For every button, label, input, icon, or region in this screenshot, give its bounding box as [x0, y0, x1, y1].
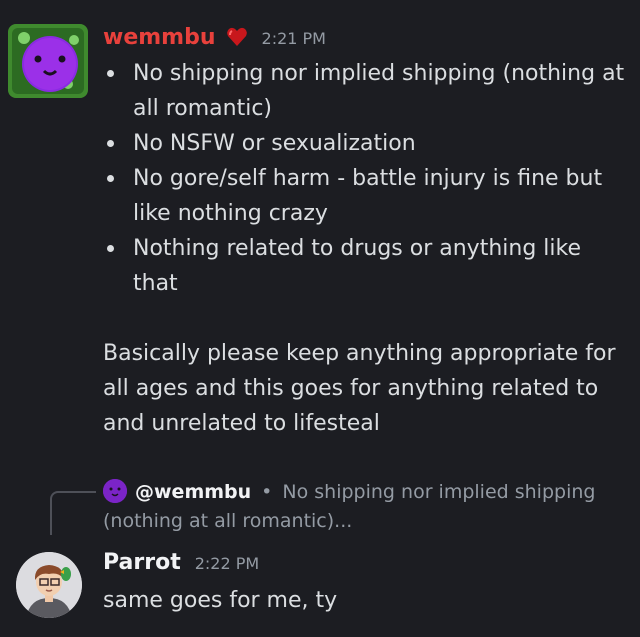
- bullet: [107, 140, 114, 147]
- reply-preview-text: No shipping nor implied shipping: [282, 481, 596, 503]
- bullet: [107, 70, 114, 77]
- list-item: Nothing related to drugs or anything lik…: [103, 231, 628, 301]
- rule-text: No NSFW or sexualization: [133, 131, 416, 156]
- reply-separator: •: [261, 481, 273, 503]
- message-header: Parrot 2:22 PM: [103, 550, 259, 575]
- slime-avatar-icon: [8, 24, 88, 98]
- reply-preview-text-cont: (nothing at all romantic)...: [103, 510, 353, 532]
- rules-list: No shipping nor implied shipping (nothin…: [103, 56, 628, 301]
- timestamp: 2:21 PM: [261, 29, 326, 48]
- message-content: same goes for me, ty: [103, 588, 338, 613]
- avatar-parrot[interactable]: [16, 552, 82, 618]
- message-header: wemmbu 2:21 PM: [103, 22, 326, 50]
- reply-preview[interactable]: @wemmbu • No shipping nor implied shipping…: [103, 478, 623, 536]
- list-item: No shipping nor implied shipping (nothin…: [103, 56, 628, 126]
- reply-connector: [50, 491, 96, 535]
- bullet: [107, 175, 114, 182]
- parrot-avatar-icon: [16, 552, 82, 618]
- list-item: No gore/self harm - battle injury is fin…: [103, 161, 628, 231]
- message-paragraph: Basically please keep anything appropria…: [103, 341, 616, 436]
- bullet: [107, 245, 114, 252]
- reply-mention[interactable]: @wemmbu: [135, 481, 251, 503]
- message-content: No shipping nor implied shipping (nothin…: [103, 56, 628, 441]
- avatar-wemmbu[interactable]: [8, 24, 88, 98]
- rule-text: No gore/self harm - battle injury is fin…: [133, 166, 603, 226]
- reply-avatar: [103, 479, 127, 503]
- list-item: No NSFW or sexualization: [103, 126, 628, 161]
- rule-text: Nothing related to drugs or anything lik…: [133, 236, 582, 296]
- username[interactable]: wemmbu: [103, 25, 216, 50]
- timestamp: 2:22 PM: [194, 554, 260, 573]
- rule-text: No shipping nor implied shipping (nothin…: [133, 61, 625, 121]
- username[interactable]: Parrot: [103, 550, 181, 575]
- heart-icon: [226, 26, 248, 48]
